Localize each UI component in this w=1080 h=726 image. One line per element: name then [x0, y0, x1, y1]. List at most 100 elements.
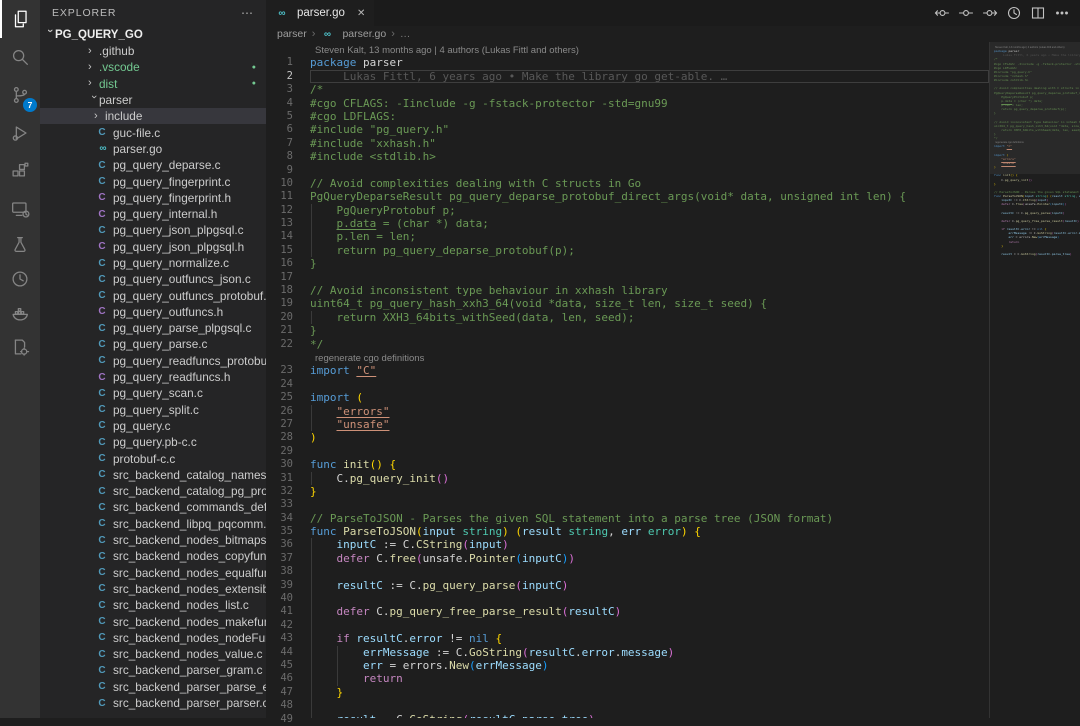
- line-number[interactable]: 44: [266, 646, 302, 659]
- code-line[interactable]: package parser: [310, 56, 989, 69]
- more-actions-icon[interactable]: [1051, 3, 1072, 24]
- line-number[interactable]: 20: [266, 311, 302, 324]
- extensions-icon[interactable]: [0, 152, 40, 190]
- code-line[interactable]: [310, 592, 989, 605]
- line-number[interactable]: 18: [266, 284, 302, 297]
- tree-item[interactable]: Csrc_backend_commands_define.c: [40, 499, 266, 515]
- code-line[interactable]: // Avoid complexities dealing with C str…: [310, 177, 989, 190]
- code-line[interactable]: [310, 619, 989, 632]
- tree-item[interactable]: Cpg_query_json_plpgsql.c: [40, 222, 266, 238]
- code-line[interactable]: [310, 378, 989, 391]
- code-line[interactable]: #include <stdlib.h>: [310, 150, 989, 163]
- code-line[interactable]: import "C": [310, 364, 989, 377]
- code-line[interactable]: "errors": [310, 405, 989, 418]
- codelens-row[interactable]: regenerate cgo definitions: [310, 351, 989, 364]
- line-number[interactable]: 38: [266, 565, 302, 578]
- tree-item[interactable]: Cpg_query_readfuncs.h: [40, 369, 266, 385]
- codelens-row[interactable]: Steven Kalt, 13 months ago | 4 authors (…: [310, 43, 989, 56]
- code-line[interactable]: #cgo LDFLAGS:: [310, 110, 989, 123]
- code-line[interactable]: p.data = (char *) data;: [310, 217, 989, 230]
- line-number[interactable]: 2: [266, 70, 302, 83]
- line-number[interactable]: 39: [266, 579, 302, 592]
- line-number[interactable]: 21: [266, 324, 302, 337]
- tree-item[interactable]: Csrc_backend_nodes_extensible.c: [40, 581, 266, 597]
- tree-item[interactable]: Csrc_backend_catalog_namespace.c: [40, 467, 266, 483]
- line-number[interactable]: 19: [266, 297, 302, 310]
- remote-explorer-icon[interactable]: [0, 190, 40, 228]
- line-number[interactable]: 4: [266, 97, 302, 110]
- code-line[interactable]: }: [310, 485, 989, 498]
- breadcrumb-folder[interactable]: parser: [277, 28, 307, 40]
- line-number[interactable]: 37: [266, 552, 302, 565]
- explorer-icon[interactable]: [0, 0, 40, 38]
- code-line[interactable]: #include "xxhash.h": [310, 137, 989, 150]
- line-number[interactable]: 32: [266, 485, 302, 498]
- code-line[interactable]: errMessage := C.GoString(resultC.error.m…: [310, 646, 989, 659]
- code-line[interactable]: func ParseToJSON(input string) (result s…: [310, 525, 989, 538]
- minimap[interactable]: Steven Kalt, 13 months ago | 4 authors (…: [989, 42, 1080, 718]
- tree-item[interactable]: Cpg_query_outfuncs.h: [40, 304, 266, 320]
- code-line[interactable]: [310, 164, 989, 177]
- code-line[interactable]: /*: [310, 83, 989, 96]
- tree-item[interactable]: Cpg_query_outfuncs_json.c: [40, 271, 266, 287]
- tree-item[interactable]: Csrc_backend_parser_gram.c: [40, 662, 266, 678]
- code-line[interactable]: }: [310, 324, 989, 337]
- tree-item[interactable]: ›.vscode●: [40, 59, 266, 75]
- tree-item[interactable]: Cpg_query_scan.c: [40, 385, 266, 401]
- code-line[interactable]: uint64_t pg_query_hash_xxh3_64(void *dat…: [310, 297, 989, 310]
- line-number[interactable]: 30: [266, 458, 302, 471]
- line-number[interactable]: 33: [266, 498, 302, 511]
- views-more-actions-icon[interactable]: ⋯: [241, 6, 254, 20]
- code-line[interactable]: */: [310, 338, 989, 351]
- code-line[interactable]: err = errors.New(errMessage): [310, 659, 989, 672]
- line-number[interactable]: 17: [266, 271, 302, 284]
- line-number[interactable]: 49: [266, 713, 302, 726]
- line-number[interactable]: 14: [266, 230, 302, 243]
- code-line[interactable]: PgQueryDeparseResult pg_query_deparse_pr…: [310, 190, 989, 203]
- code-line[interactable]: inputC := C.CString(input): [310, 538, 989, 551]
- code-line[interactable]: }: [310, 257, 989, 270]
- tree-item[interactable]: ›include: [40, 108, 266, 124]
- open-changes-previous-icon[interactable]: [931, 3, 952, 24]
- tree-item[interactable]: Csrc_backend_catalog_pg_proc.c: [40, 483, 266, 499]
- code-line[interactable]: defer C.free(unsafe.Pointer(inputC)): [310, 552, 989, 565]
- code-line[interactable]: #include "pg_query.h": [310, 123, 989, 136]
- code-line[interactable]: resultC := C.pg_query_parse(inputC): [310, 579, 989, 592]
- tree-item[interactable]: Cprotobuf-c.c: [40, 450, 266, 466]
- line-number[interactable]: [266, 43, 302, 56]
- tree-item[interactable]: Csrc_backend_nodes_bitmapset.c: [40, 532, 266, 548]
- tree-item[interactable]: Cpg_query_split.c: [40, 402, 266, 418]
- line-number[interactable]: 22: [266, 338, 302, 351]
- code-line[interactable]: C.pg_query_init(): [310, 472, 989, 485]
- tree-item[interactable]: Cpg_query_fingerprint.c: [40, 173, 266, 189]
- tree-item[interactable]: Cpg_query_normalize.c: [40, 255, 266, 271]
- line-number[interactable]: 8: [266, 150, 302, 163]
- line-number[interactable]: 26: [266, 405, 302, 418]
- line-number[interactable]: 29: [266, 445, 302, 458]
- file-history-icon[interactable]: [1003, 3, 1024, 24]
- open-changes-next-icon[interactable]: [979, 3, 1000, 24]
- line-number[interactable]: 41: [266, 605, 302, 618]
- tree-item[interactable]: ∞parser.go: [40, 141, 266, 157]
- line-number[interactable]: 28: [266, 431, 302, 444]
- code-line[interactable]: [310, 445, 989, 458]
- line-number[interactable]: [266, 351, 302, 364]
- tree-item[interactable]: Cpg_query_parse.c: [40, 336, 266, 352]
- tree-item[interactable]: Csrc_backend_nodes_value.c: [40, 646, 266, 662]
- line-number[interactable]: 1: [266, 56, 302, 69]
- line-number[interactable]: 10: [266, 177, 302, 190]
- customizations-icon[interactable]: [0, 330, 40, 364]
- code-line[interactable]: ): [310, 431, 989, 444]
- tree-item[interactable]: Cpg_query.pb-c.c: [40, 434, 266, 450]
- line-number[interactable]: 43: [266, 632, 302, 645]
- search-icon[interactable]: [0, 38, 40, 76]
- line-number[interactable]: 3: [266, 83, 302, 96]
- breadcrumb-file[interactable]: parser.go: [342, 28, 386, 40]
- code-line[interactable]: PgQueryProtobuf p;: [310, 204, 989, 217]
- code-line[interactable]: defer C.pg_query_free_parse_result(resul…: [310, 605, 989, 618]
- code-line[interactable]: [310, 498, 989, 511]
- tree-item[interactable]: Cpg_query_outfuncs_protobuf.c: [40, 287, 266, 303]
- docker-icon[interactable]: [0, 296, 40, 330]
- line-number[interactable]: 35: [266, 525, 302, 538]
- code-line[interactable]: [310, 565, 989, 578]
